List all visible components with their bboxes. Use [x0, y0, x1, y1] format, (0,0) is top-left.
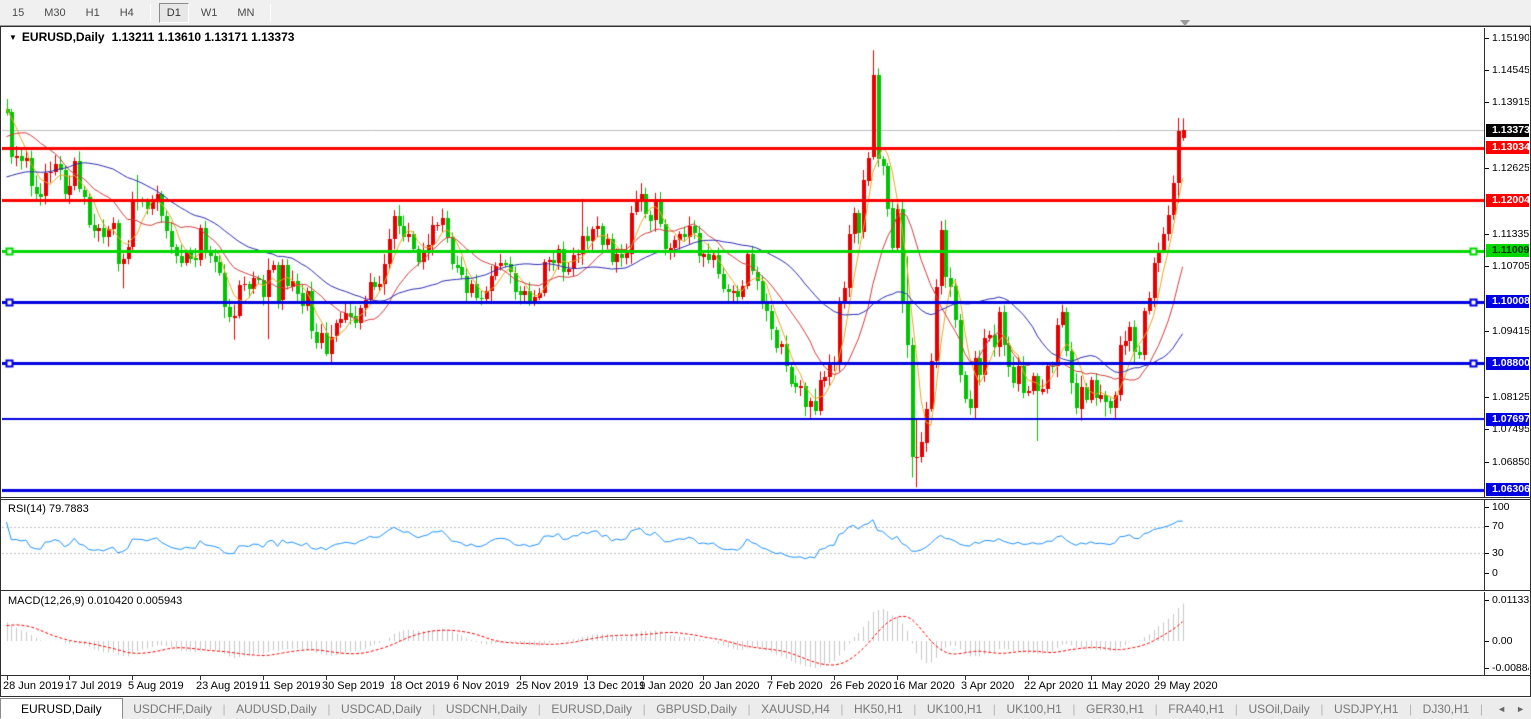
- tab-audusd-daily[interactable]: AUDUSD,Daily: [226, 698, 328, 719]
- date-label: 11 May 2020: [1087, 680, 1150, 692]
- tab-usdcad-daily[interactable]: USDCAD,Daily: [330, 698, 432, 719]
- price-tick-label: 1.10705: [1485, 260, 1529, 272]
- macd-pane-canvas[interactable]: [2, 592, 1484, 675]
- tab-eurusd-daily[interactable]: EURUSD,Daily: [541, 698, 643, 719]
- tabs-scroll-left-icon[interactable]: ◄: [1497, 704, 1506, 714]
- date-label: 16 Mar 2020: [893, 680, 955, 692]
- date-label: 26 Feb 2020: [830, 680, 892, 692]
- price-tick-label: 1.08125: [1485, 391, 1529, 403]
- date-label: 20 Jan 2020: [699, 680, 760, 692]
- rsi-tick-label: 100: [1485, 501, 1510, 513]
- date-label: 22 Apr 2020: [1024, 680, 1083, 692]
- price-badge: 1.06306: [1486, 483, 1529, 496]
- timeframe-button-h1[interactable]: H1: [78, 3, 108, 23]
- tab-dj30-h1[interactable]: DJ30,H1: [1412, 698, 1480, 719]
- price-tick-label: 1.09415: [1485, 325, 1529, 337]
- date-label: 29 May 2020: [1154, 680, 1218, 692]
- rsi-axis: 100 70 30 0: [1484, 500, 1529, 590]
- chart-shift-marker-icon: [1180, 20, 1190, 26]
- tab-ger30-h1[interactable]: GER30,H1: [1075, 698, 1154, 719]
- tab-uk100-h1[interactable]: UK100,H1: [916, 698, 992, 719]
- tab-usoil-daily[interactable]: USOil,Daily: [1238, 698, 1320, 719]
- chart-ohlc-values: 1.13211 1.13610 1.13171 1.13373: [112, 30, 295, 44]
- timeframe-button-w1[interactable]: W1: [193, 3, 226, 23]
- price-tick-label: 1.06850: [1485, 456, 1529, 468]
- date-label: 13 Dec 2019: [583, 680, 645, 692]
- price-tick-label: 1.15190: [1485, 32, 1529, 44]
- date-label: 1 Jan 2020: [639, 680, 693, 692]
- macd-tick-label: 0.011337: [1485, 594, 1529, 606]
- tab-fra40-h1[interactable]: FRA40,H1: [1158, 698, 1235, 719]
- timeframe-button-mn[interactable]: MN: [229, 3, 262, 23]
- time-axis: 28 Jun 201917 Jul 2019 5 Aug 2019 23 Aug 2…: [1, 676, 1530, 696]
- timeframe-button-m30[interactable]: M30: [36, 3, 73, 23]
- chart-title: ▼ EURUSD,Daily 1.13211 1.13610 1.13171 1.1…: [9, 30, 294, 44]
- macd-axis: 0.011337 0.00 -0.008848: [1484, 592, 1529, 675]
- chevron-down-icon[interactable]: ▼: [9, 33, 17, 42]
- macd-values: 0.010420 0.005943: [87, 595, 182, 607]
- tab-divider: |: [1480, 698, 1483, 719]
- price-chart-canvas[interactable]: [2, 28, 1484, 497]
- tab-uk100-h1[interactable]: UK100,H1: [996, 698, 1072, 719]
- date-label: 11 Sep 2019: [259, 680, 321, 692]
- toolbar-separator: [270, 4, 271, 22]
- rsi-tick-label: 30: [1485, 547, 1504, 559]
- metatrader-window: 15M30H1H4 D1W1MN ▼ EURUSD,Daily 1.13211 1.1…: [0, 0, 1531, 719]
- chart-window: ▼ EURUSD,Daily 1.13211 1.13610 1.13171 1.1…: [0, 26, 1531, 697]
- date-label: 18 Oct 2019: [390, 680, 450, 692]
- rsi-name: RSI(14): [8, 503, 46, 515]
- tab-usdjpy-h1[interactable]: USDJPY,H1: [1323, 698, 1409, 719]
- timeframe-button-d1[interactable]: D1: [159, 3, 189, 23]
- macd-name: MACD(12,26,9): [8, 595, 84, 607]
- rsi-label: RSI(14) 79.7883: [8, 503, 89, 515]
- timeframe-button-15[interactable]: 15: [4, 3, 32, 23]
- macd-tick-label: 0.00: [1485, 635, 1512, 647]
- macd-tick-label: -0.008848: [1485, 662, 1529, 674]
- date-label: 28 Jun 2019: [3, 680, 64, 692]
- date-label: 6 Nov 2019: [453, 680, 509, 692]
- rsi-value: 79.7883: [49, 503, 89, 515]
- price-badge: 1.13034: [1486, 141, 1529, 154]
- chart-symbol-label: EURUSD,Daily: [22, 30, 105, 44]
- date-label: 25 Nov 2019: [516, 680, 578, 692]
- rsi-tick-label: 70: [1485, 520, 1504, 532]
- price-tick-label: 1.12625: [1485, 162, 1529, 174]
- rsi-pane-canvas[interactable]: [2, 500, 1484, 590]
- macd-label: MACD(12,26,9) 0.010420 0.005943: [8, 595, 182, 607]
- date-label: 23 Aug 2019: [196, 680, 258, 692]
- price-badge: 1.13373: [1486, 124, 1529, 137]
- price-tick-label: 1.13915: [1485, 96, 1529, 108]
- price-badge: 1.11009: [1486, 244, 1529, 257]
- price-badge: 1.12004: [1486, 194, 1529, 207]
- tab-eurusd-daily[interactable]: EURUSD,Daily: [0, 698, 123, 719]
- tabs-scroll-right-icon[interactable]: ►: [1516, 704, 1525, 714]
- date-label: 3 Apr 2020: [961, 680, 1014, 692]
- timeframe-toolbar: 15M30H1H4 D1W1MN: [0, 0, 1531, 26]
- toolbar-separator: [150, 4, 151, 22]
- date-label: 5 Aug 2019: [128, 680, 184, 692]
- price-badge: 1.10008: [1486, 295, 1529, 308]
- price-badge: 1.08800: [1486, 357, 1529, 370]
- date-label: 30 Sep 2019: [322, 680, 384, 692]
- tab-usdchf-daily[interactable]: USDCHF,Daily: [123, 698, 223, 719]
- price-tick-label: 1.11335: [1485, 228, 1529, 240]
- date-label: 7 Feb 2020: [767, 680, 823, 692]
- tab-hk50-h1[interactable]: HK50,H1: [843, 698, 913, 719]
- tab-usdcnh-daily[interactable]: USDCNH,Daily: [435, 698, 537, 719]
- tab-gbpusd-daily[interactable]: GBPUSD,Daily: [646, 698, 748, 719]
- tab-xauusd-h4[interactable]: XAUUSD,H4: [751, 698, 841, 719]
- price-badge: 1.07697: [1486, 413, 1529, 426]
- chart-tabbar: EURUSD,DailyUSDCHF,Daily|AUDUSD,Daily|US…: [0, 697, 1531, 719]
- rsi-tick-label: 0: [1485, 567, 1498, 579]
- price-tick-label: 1.14545: [1485, 64, 1529, 76]
- timeframe-button-h4[interactable]: H4: [112, 3, 142, 23]
- price-axis: 1.15190 1.14545 1.13915 1.12625 1.11335 1.107…: [1484, 28, 1529, 497]
- date-label: 17 Jul 2019: [65, 680, 122, 692]
